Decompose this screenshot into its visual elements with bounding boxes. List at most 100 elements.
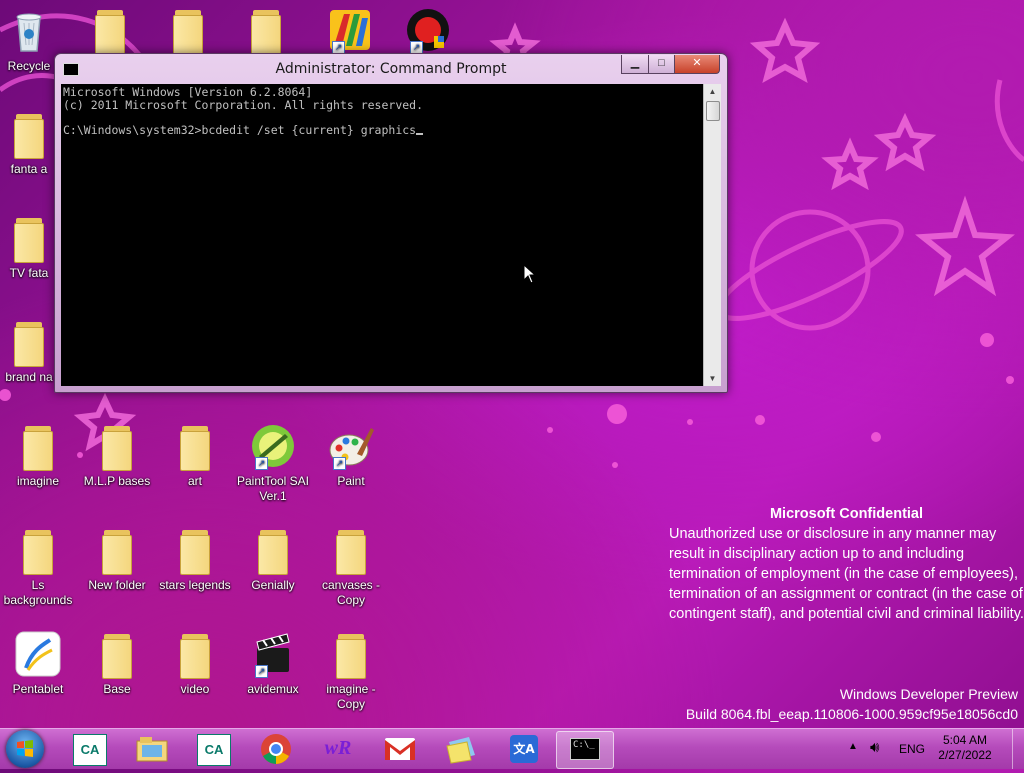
recycle-bin-icon [5,7,53,55]
desktop-icon-folder[interactable] [150,6,226,58]
build-watermark: Windows Developer Preview Build 8064.fbl… [686,684,1018,724]
command-prompt-icon [63,63,79,76]
desktop-icon-folder[interactable]: stars legends [157,526,233,593]
maximize-icon: □ [658,57,665,69]
pentablet-icon [14,630,62,678]
record-icon: ↗ [404,6,452,54]
folder-icon [5,318,53,367]
desktop-icon-folder[interactable] [228,6,304,58]
console-line: (c) 2011 Microsoft Corporation. All righ… [63,97,424,112]
minimize-button[interactable]: ▁ [621,55,649,74]
folder-icon [249,526,297,575]
taskbar-gmail[interactable] [372,731,428,767]
confidential-heading: Microsoft Confidential [769,506,924,522]
desktop-icon-folder[interactable]: Ls backgrounds [0,526,76,608]
scroll-up-arrow-icon[interactable]: ▲ [704,84,721,99]
desktop-icon-label: canvases - Copy [321,578,381,607]
painttool-sai-icon: ↗ [249,422,297,470]
maximize-button[interactable]: □ [648,55,675,74]
console-output[interactable]: Microsoft Windows [Version 6.2.8064] (c)… [61,84,703,386]
desktop-icon-folder[interactable]: TV fata [0,214,58,281]
taskbar-sticky-notes[interactable] [434,731,490,767]
folder-icon [93,526,141,575]
desktop-icon-recycle-bin[interactable]: Recycle [0,7,58,74]
taskbar-language-app[interactable]: 文A [496,731,552,767]
desktop-icon-avg[interactable]: ↗ [312,6,388,58]
taskbar-credit-agricole-2[interactable]: CA [186,731,242,767]
desktop-icon-label: avidemux [247,682,299,696]
close-icon: ✕ [692,57,702,69]
credit-agricole-icon: CA [197,734,231,766]
desktop-icon-recorder[interactable]: ↗ [390,6,466,58]
clapperboard-icon: ↗ [249,630,297,678]
file-explorer-icon [136,737,168,762]
console-command-line: C:\Windows\system32>bcdedit /set {curren… [63,122,417,137]
desktop-icon-folder[interactable]: imagine [0,422,76,489]
desktop-icon-avidemux[interactable]: ↗ avidemux [235,630,311,697]
taskbar-credit-agricole[interactable]: CA [62,731,118,767]
desktop-icon-pentablet[interactable]: Pentablet [0,630,76,697]
show-hidden-icons-button[interactable]: ▲ [848,741,858,752]
window-title: Administrator: Command Prompt [275,61,507,77]
confidential-body: Unauthorized use or disclosure in any ma… [669,526,1024,622]
credit-agricole-icon: CA [73,734,107,766]
desktop-icon-folder[interactable]: video [157,630,233,697]
desktop-icon-painttool-sai[interactable]: ↗ PaintTool SAI Ver.1 [235,422,311,504]
command-prompt-window[interactable]: Administrator: Command Prompt ▁ □ ✕ Micr… [54,53,728,393]
desktop-icon-label: Pentablet [12,682,64,696]
desktop-icon-folder[interactable]: New folder [79,526,155,593]
folder-icon [327,526,375,575]
desktop-icon-folder[interactable] [72,6,148,58]
folder-icon [171,630,219,679]
desktop-icon-label: New folder [88,578,146,592]
folder-icon [164,6,212,55]
chevron-up-icon: ▲ [848,741,858,752]
start-button[interactable] [6,730,44,768]
language-icon: 文A [510,735,538,763]
folder-icon [86,6,134,55]
desktop-icon-folder[interactable]: brand na [0,318,58,385]
scroll-thumb[interactable] [706,101,720,121]
clock-time: 5:04 AM [942,733,988,747]
desktop-icon-label: Base [103,682,131,696]
desktop-icon-label: video [180,682,210,696]
vertical-scrollbar[interactable]: ▲ ▼ [703,84,721,386]
taskbar-file-explorer[interactable] [124,731,180,767]
scroll-down-arrow-icon[interactable]: ▼ [704,371,721,386]
desktop-icon-folder[interactable]: fanta a [0,110,58,177]
chrome-icon [261,734,291,764]
taskbar-chrome[interactable] [248,731,304,767]
desktop-icon-label: Paint [337,474,365,488]
product-name: Windows Developer Preview [839,686,1018,702]
desktop-icon-label: fanta a [10,162,48,176]
close-button[interactable]: ✕ [674,55,720,74]
build-string: Build 8064.fbl_eeap.110806-1000.959cf95e… [685,706,1018,722]
volume-icon[interactable]: 🔊︎ [870,739,879,756]
taskbar-wr[interactable]: wR [310,731,366,767]
paint-palette-icon: ↗ [327,422,375,470]
desktop-icon-label: brand na [5,370,53,384]
windows-logo-icon [17,740,33,757]
desktop-icon-folder[interactable]: M.L.P bases [79,422,155,489]
desktop-icon-label: Recycle [7,59,51,73]
desktop-icon-folder[interactable]: Base [79,630,155,697]
desktop-icon-folder[interactable]: Genially [235,526,311,593]
clock[interactable]: 5:04 AM 2/27/2022 [930,733,1000,763]
input-language-indicator[interactable]: ENG [899,742,925,756]
desktop-icon-label: PaintTool SAI Ver.1 [236,474,310,503]
taskbar-command-prompt[interactable]: C:\_ [556,731,614,769]
gmail-icon [385,738,415,760]
folder-icon [14,526,62,575]
minimize-icon: ▁ [630,57,640,69]
sticky-notes-icon [446,737,475,764]
desktop-icon-folder[interactable]: art [157,422,233,489]
desktop-icon-label: imagine - Copy [326,682,376,711]
show-desktop-button[interactable] [1012,729,1024,769]
folder-icon [242,6,290,55]
folder-icon [171,526,219,575]
desktop-icon-label: imagine [16,474,60,488]
taskbar: CA CA wR 文A C:\_ ▲ 🔊︎ ENG 5:04 AM 2/27/2… [0,728,1024,769]
desktop-icon-folder[interactable]: imagine - Copy [313,630,389,712]
desktop-icon-paint[interactable]: ↗ Paint [313,422,389,489]
desktop-icon-folder[interactable]: canvases - Copy [313,526,389,608]
